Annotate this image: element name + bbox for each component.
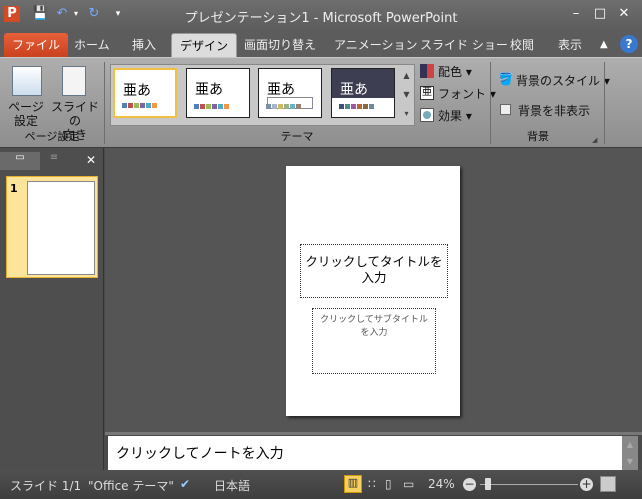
page-setup-button[interactable]: ページ 設定: [6, 100, 46, 128]
slideshow-button[interactable]: ▭: [403, 477, 414, 491]
zoom-slider[interactable]: [480, 484, 578, 485]
tab-view[interactable]: 表示: [550, 33, 590, 58]
notes-splitter[interactable]: [105, 432, 642, 435]
color-swatch: [345, 104, 350, 109]
colors-icon: [420, 64, 434, 78]
status-bar: スライド 1/1 "Office テーマ" ✔ 日本語 ▥ ∷ ▯ ▭ 24% …: [0, 470, 642, 499]
colors-button[interactable]: 配色 ▾: [438, 63, 472, 80]
help-icon[interactable]: ?: [620, 35, 638, 53]
notes-scrollbar[interactable]: ▲ ▼: [622, 436, 638, 470]
slide-orientation-icon: [62, 66, 86, 96]
color-swatch: [296, 104, 301, 109]
color-swatch: [290, 104, 295, 109]
background-styles-icon: 🪣: [498, 72, 513, 86]
hide-background-checkbox[interactable]: [500, 104, 511, 115]
zoom-slider-thumb[interactable]: [484, 478, 491, 490]
title-bar: P 💾 ↶ ▾ ↻ ▾ プレゼンテーション1 - Microsoft Power…: [0, 0, 642, 31]
slides-panel: ▭ ≡ ✕ 1: [0, 148, 104, 470]
maximize-button[interactable]: □: [592, 6, 608, 22]
color-swatch: [218, 104, 223, 109]
tab-file[interactable]: ファイル: [4, 33, 69, 58]
minimize-button[interactable]: –: [568, 6, 584, 22]
color-swatch: [224, 104, 229, 109]
color-swatch: [339, 104, 344, 109]
ribbon-tabs: ファイル ホーム 挿入 デザイン 画面切り替え アニメーション スライド ショー…: [0, 31, 642, 58]
fonts-icon: 亜: [420, 86, 434, 100]
language[interactable]: 日本語: [214, 477, 250, 494]
zoom-level[interactable]: 24%: [428, 477, 455, 491]
slide-sorter-button[interactable]: ∷: [368, 477, 376, 491]
tab-review[interactable]: 校閲: [502, 33, 542, 58]
zoom-out-button[interactable]: −: [463, 478, 476, 491]
dialog-launcher-icon[interactable]: ◢: [592, 136, 597, 144]
fit-to-window-button[interactable]: [600, 476, 616, 492]
page-setup-group-label: ページ設定: [24, 130, 80, 143]
effects-button[interactable]: 効果 ▾: [438, 107, 472, 124]
theme-4[interactable]: 亜あ: [331, 68, 395, 118]
slide-number: 1: [10, 182, 18, 195]
subtitle-placeholder[interactable]: クリックしてサブタイトルを入力: [312, 308, 436, 374]
color-swatch: [284, 104, 289, 109]
color-swatch: [200, 104, 205, 109]
slide-canvas: クリックしてタイトルを入力 クリックしてサブタイトルを入力: [286, 166, 460, 416]
color-swatch: [369, 104, 374, 109]
tab-animations[interactable]: アニメーション: [326, 33, 426, 58]
outline-tab[interactable]: ≡: [40, 152, 68, 170]
theme-2[interactable]: 亜あ: [186, 68, 250, 118]
divider: [604, 62, 605, 144]
tab-transitions[interactable]: 画面切り替え: [236, 33, 324, 58]
close-button[interactable]: ✕: [616, 6, 632, 22]
zoom-in-button[interactable]: +: [580, 478, 593, 491]
theme-name: "Office テーマ": [88, 479, 174, 493]
title-placeholder[interactable]: クリックしてタイトルを入力: [300, 244, 448, 298]
tab-insert[interactable]: 挿入: [124, 33, 164, 58]
slide-preview: [27, 181, 95, 275]
color-swatch: [194, 104, 199, 109]
slide-count: スライド 1/1: [10, 479, 82, 493]
themes-group-label: テーマ: [280, 130, 314, 143]
theme-office[interactable]: 亜あ: [113, 68, 177, 118]
color-swatch: [278, 104, 283, 109]
background-styles-button[interactable]: 背景のスタイル ▾: [516, 72, 610, 89]
slide-thumbnail[interactable]: 1: [6, 176, 98, 278]
color-swatch: [357, 104, 362, 109]
color-swatch: [351, 104, 356, 109]
tab-home[interactable]: ホーム: [66, 33, 118, 58]
window-title: プレゼンテーション1 - Microsoft PowerPoint: [184, 11, 458, 26]
color-swatch: [122, 103, 127, 108]
slides-tab[interactable]: ▭: [0, 152, 40, 170]
close-pane-icon[interactable]: ✕: [86, 153, 96, 167]
color-swatch: [134, 103, 139, 108]
color-swatch: [128, 103, 133, 108]
tab-slideshow[interactable]: スライド ショー: [412, 33, 516, 58]
theme-3[interactable]: 亜あ: [258, 68, 322, 118]
color-swatch: [140, 103, 145, 108]
normal-view-button[interactable]: ▥: [344, 475, 362, 493]
page-setup-icon: [12, 66, 42, 96]
color-swatch: [363, 104, 368, 109]
color-swatch: [266, 104, 271, 109]
reading-view-button[interactable]: ▯: [385, 477, 392, 491]
background-group-label: 背景: [527, 130, 549, 143]
color-swatch: [212, 104, 217, 109]
spellcheck-icon[interactable]: ✔: [180, 477, 190, 491]
tab-design[interactable]: デザイン: [171, 33, 238, 58]
effects-icon: [420, 108, 434, 122]
hide-background-label: 背景を非表示: [518, 104, 591, 118]
gallery-scroll[interactable]: ▲ ▼ ▾: [400, 66, 413, 124]
collapse-ribbon-icon[interactable]: ▲: [600, 39, 608, 50]
ribbon: ページ 設定 スライドの 向き ページ設定 亜あ 亜あ 亜あ 亜あ ▲ ▼ ▾ 配色…: [0, 57, 642, 148]
color-swatch: [146, 103, 151, 108]
fonts-button[interactable]: フォント ▾: [438, 85, 496, 102]
notes-pane[interactable]: クリックしてノートを入力: [108, 436, 622, 470]
color-swatch: [152, 103, 157, 108]
color-swatch: [272, 104, 277, 109]
color-swatch: [206, 104, 211, 109]
